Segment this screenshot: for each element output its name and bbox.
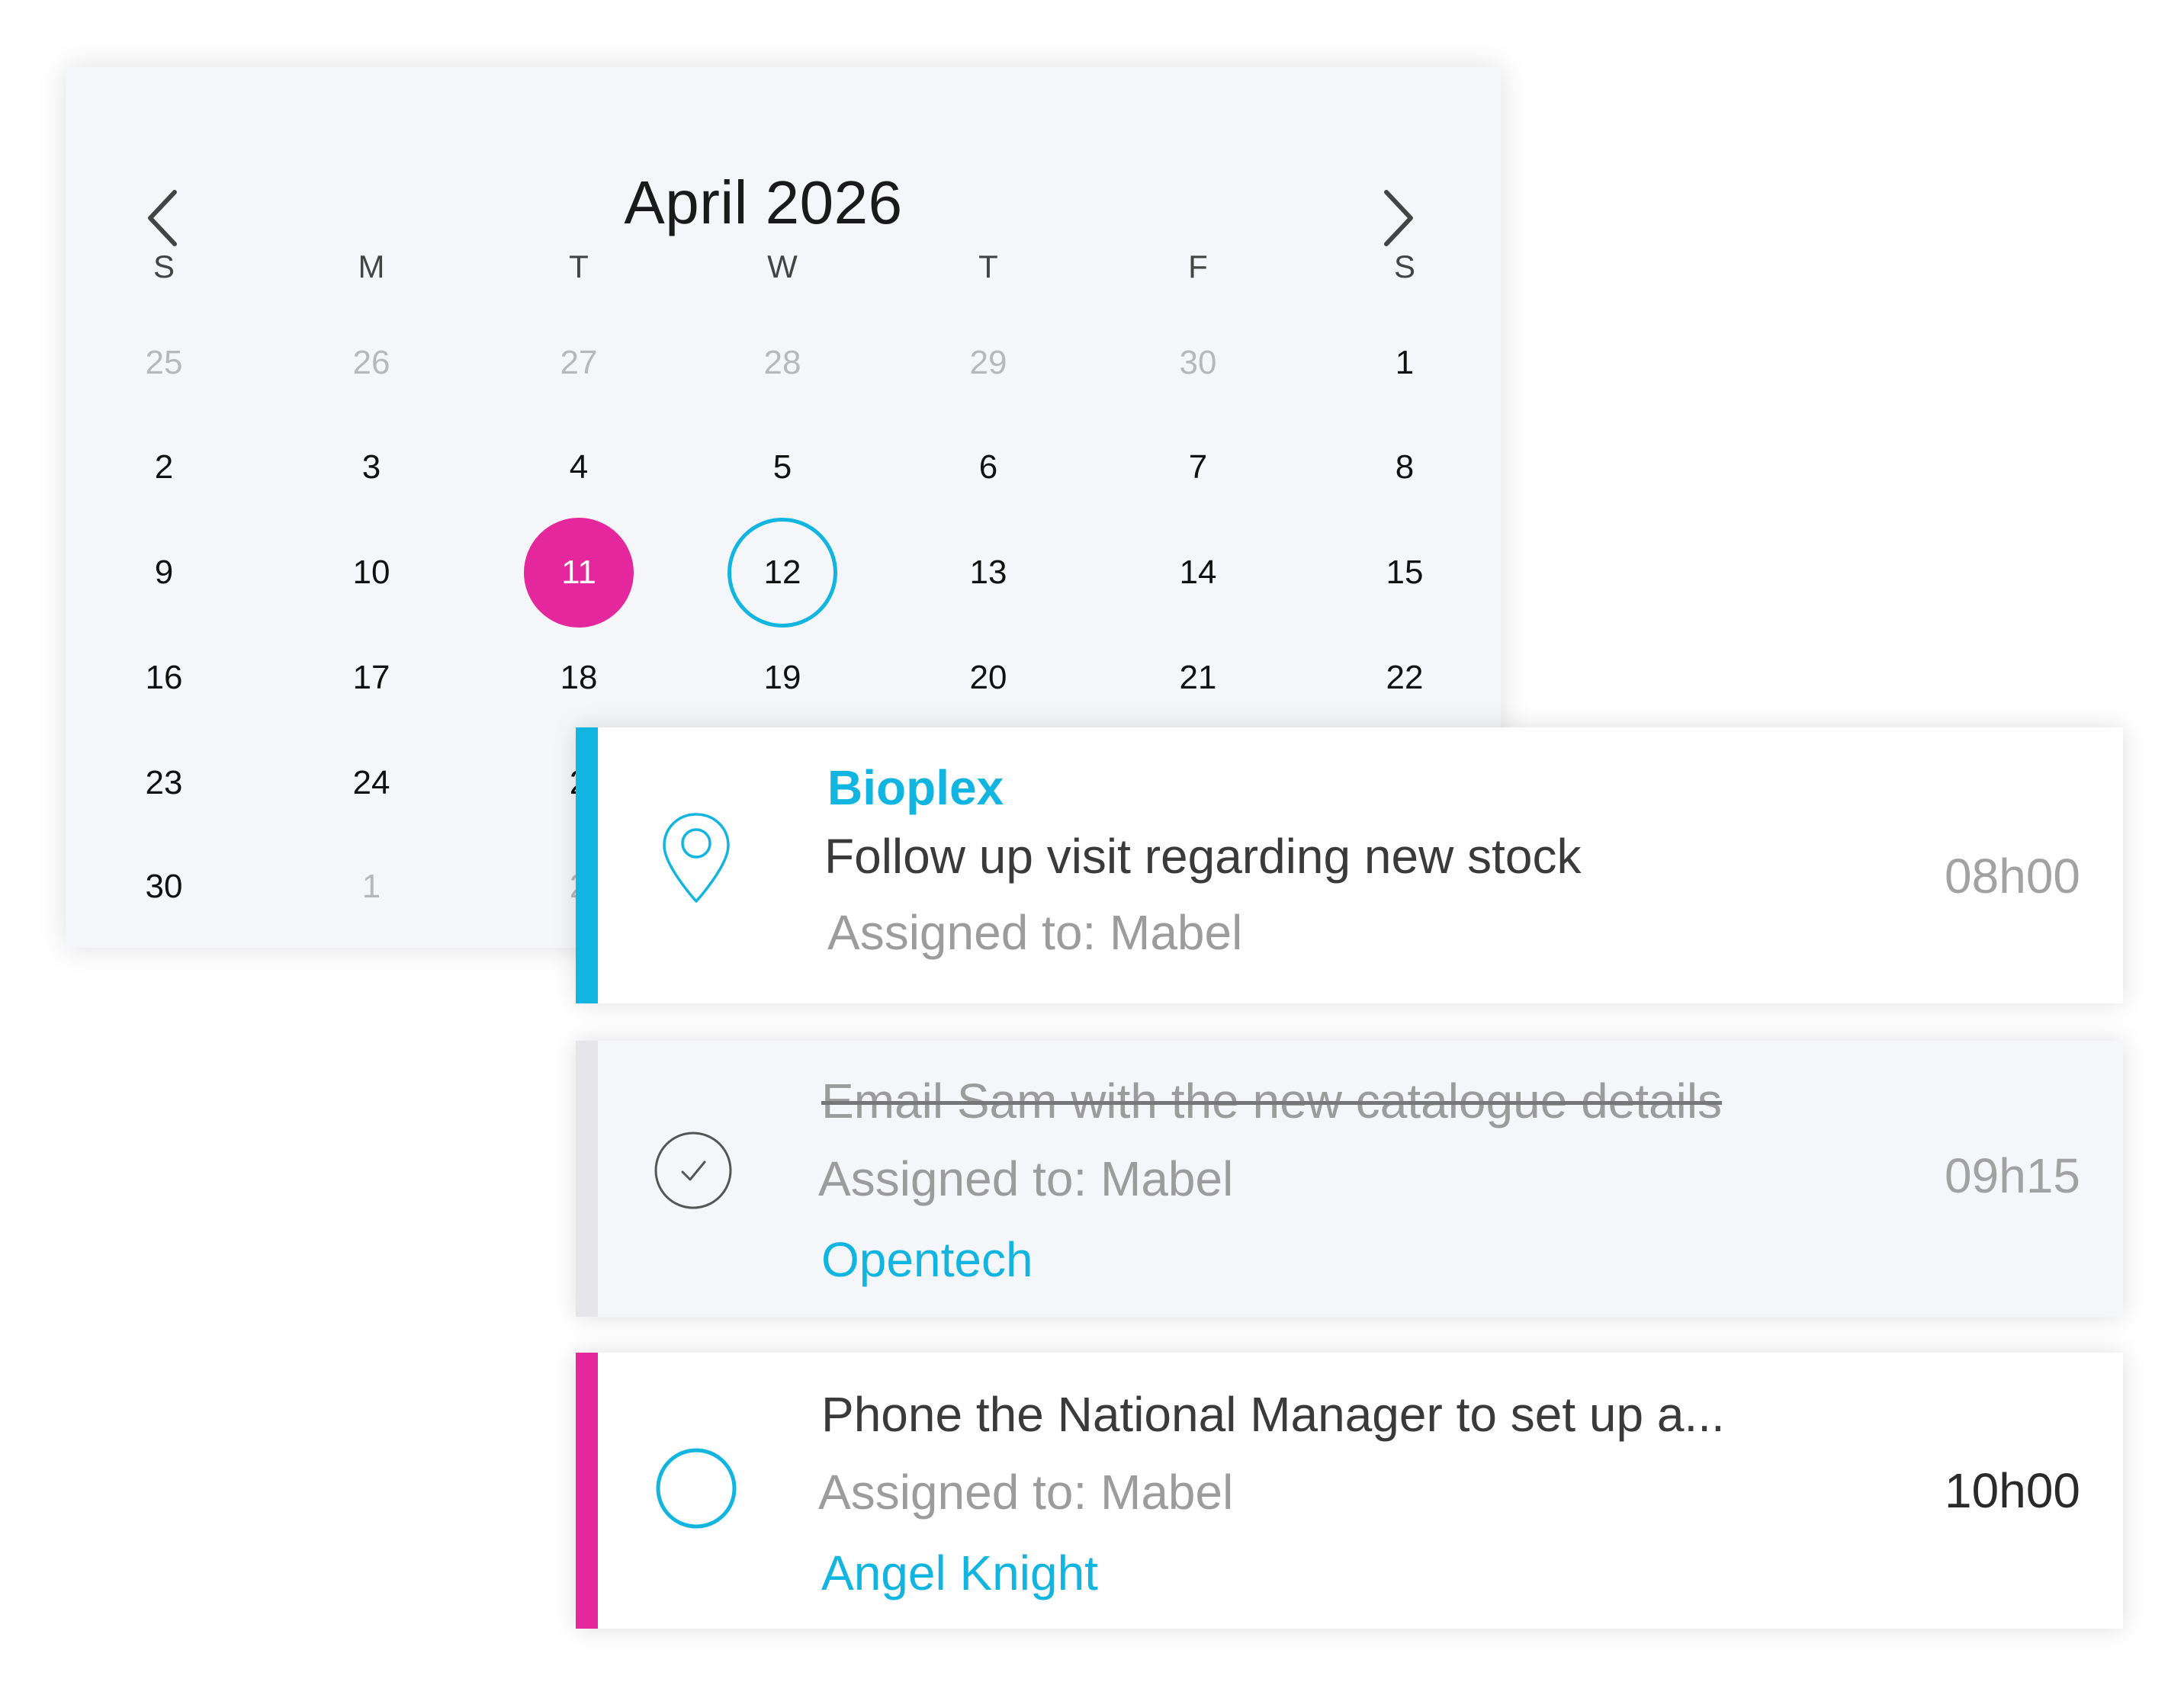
calendar-day[interactable]: 13 <box>927 535 1049 611</box>
calendar-day-selected[interactable]: 12 <box>727 518 837 628</box>
calendar-day[interactable]: 27 <box>518 325 640 401</box>
calendar-day[interactable]: 17 <box>310 640 432 716</box>
calendar-day[interactable]: 1 <box>1344 325 1466 401</box>
calendar-day[interactable]: 3 <box>310 429 432 506</box>
calendar-day[interactable]: 24 <box>310 745 432 821</box>
task-company[interactable]: Opentech <box>821 1231 1033 1288</box>
calendar-day[interactable]: 22 <box>1344 640 1466 716</box>
calendar-day[interactable]: 21 <box>1137 640 1259 716</box>
calendar-day[interactable]: 16 <box>103 640 225 716</box>
calendar-day[interactable]: 1 <box>310 849 432 925</box>
calendar-day[interactable]: 18 <box>518 640 640 716</box>
task-title: Follow up visit regarding new stock <box>824 829 1582 884</box>
task-status-bar <box>576 727 598 1003</box>
task-time: 08h00 <box>1945 849 2080 904</box>
task-company[interactable]: Angel Knight <box>821 1545 1098 1601</box>
task-card-angel-knight[interactable]: Phone the National Manager to set up a..… <box>576 1353 2123 1629</box>
task-status-bar <box>576 1353 598 1629</box>
calendar-day-today[interactable]: 11 <box>524 518 634 628</box>
calendar-day[interactable]: 8 <box>1344 429 1466 506</box>
calendar-day[interactable]: 30 <box>103 849 225 925</box>
check-circle-icon[interactable] <box>654 1131 733 1210</box>
calendar-day[interactable]: 14 <box>1137 535 1259 611</box>
task-assignee: Assigned to: Mabel <box>827 905 1243 960</box>
calendar-day[interactable]: 23 <box>103 745 225 821</box>
weekday-label: T <box>569 249 589 284</box>
calendar-day[interactable]: 26 <box>310 325 432 401</box>
calendar-day[interactable]: 15 <box>1344 535 1466 611</box>
task-assignee: Assigned to: Mabel <box>818 1465 1234 1520</box>
weekday-label: M <box>358 249 385 284</box>
calendar-day[interactable]: 2 <box>103 429 225 506</box>
task-assignee: Assigned to: Mabel <box>818 1151 1234 1206</box>
empty-circle-icon[interactable] <box>655 1447 737 1530</box>
weekday-label: W <box>767 249 798 284</box>
calendar-day[interactable]: 7 <box>1137 429 1259 506</box>
calendar-day[interactable]: 9 <box>103 535 225 611</box>
calendar-day[interactable]: 28 <box>721 325 843 401</box>
calendar-day[interactable]: 30 <box>1137 325 1259 401</box>
task-time: 10h00 <box>1945 1463 2080 1518</box>
task-time: 09h15 <box>1945 1148 2080 1203</box>
weekday-label: F <box>1188 249 1208 284</box>
calendar-day[interactable]: 5 <box>721 429 843 506</box>
task-title: Email Sam with the new catalogue details <box>821 1074 1723 1128</box>
task-status-bar <box>576 1041 598 1317</box>
calendar-day[interactable]: 4 <box>518 429 640 506</box>
calendar-day[interactable]: 29 <box>927 325 1049 401</box>
task-company[interactable]: Bioplex <box>827 759 1004 816</box>
weekday-label: S <box>153 249 175 284</box>
location-pin-icon <box>663 813 730 903</box>
task-card-bioplex[interactable]: Bioplex Follow up visit regarding new st… <box>576 727 2123 1003</box>
weekday-label: T <box>978 249 998 284</box>
calendar-day[interactable]: 25 <box>103 325 225 401</box>
calendar-day[interactable]: 19 <box>721 640 843 716</box>
calendar-day[interactable]: 10 <box>310 535 432 611</box>
calendar-day[interactable]: 6 <box>927 429 1049 506</box>
weekday-label: S <box>1393 249 1415 284</box>
month-title: April 2026 <box>624 169 903 236</box>
task-card-opentech[interactable]: Email Sam with the new catalogue details… <box>576 1041 2123 1317</box>
calendar-day[interactable]: 20 <box>927 640 1049 716</box>
task-title: Phone the National Manager to set up a..… <box>821 1387 1725 1442</box>
